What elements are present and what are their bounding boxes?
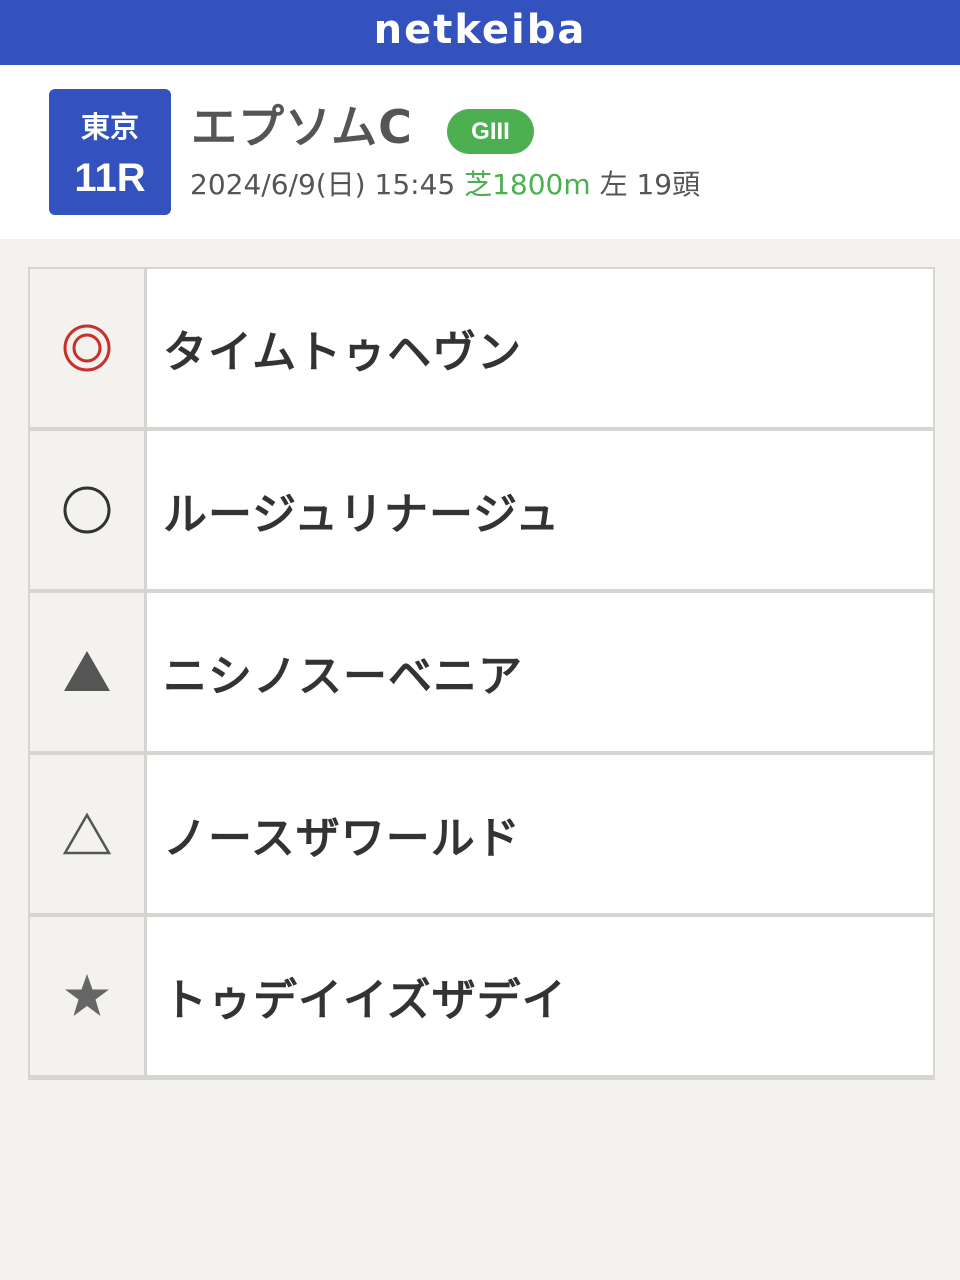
venue-name: 東京 [80,110,139,144]
race-header: 東京 11R エプソムC GIII 2024/6/9(日) 15:45 芝180… [0,65,960,239]
venue-badge: 東京 11R [49,89,171,215]
list-item[interactable]: ノースザワールド [30,755,933,913]
horse-name-cell: タイムトゥヘヴン [147,269,933,427]
mark-cell [30,593,144,751]
horse-name: タイムトゥヘヴン [163,327,523,378]
double-circle-icon [63,324,111,372]
race-direction: 左 [599,168,628,201]
horse-name: ニシノスーベニア [163,651,523,702]
list-item[interactable]: タイムトゥヘヴン [30,269,933,427]
race-title: エプソムC [191,100,413,154]
mark-cell [30,917,144,1075]
horse-name-cell: ルージュリナージュ [147,431,933,589]
grade-badge: GIII [447,109,534,154]
race-datetime: 2024/6/9(日) 15:45 [190,168,456,201]
circle-icon [63,486,111,534]
prediction-list: タイムトゥヘヴン ルージュリナージュ ニシノスーベニア ノースザワールド トゥデ… [28,267,935,1080]
race-info: 2024/6/9(日) 15:45 芝1800m 左 19頭 [190,165,700,205]
race-number: 11R [74,156,146,200]
horse-name: トゥデイイズザデイ [163,975,567,1026]
horse-name-cell: ニシノスーベニア [147,593,933,751]
netkeiba-logo[interactable]: netkeiba [374,7,587,53]
outline-triangle-icon [62,812,112,855]
race-course: 芝1800m [464,168,591,201]
list-item[interactable]: トゥデイイズザデイ [30,917,933,1075]
mark-cell [30,755,144,913]
horse-name-cell: トゥデイイズザデイ [147,917,933,1075]
horse-name: ルージュリナージュ [163,489,561,540]
horse-name-cell: ノースザワールド [147,755,933,913]
filled-triangle-icon [64,651,110,691]
list-item[interactable]: ニシノスーベニア [30,593,933,751]
list-item[interactable]: ルージュリナージュ [30,431,933,589]
app-header: netkeiba [0,0,960,65]
race-runners: 19頭 [636,168,701,201]
horse-name: ノースザワールド [163,813,521,864]
mark-cell [30,431,144,589]
star-icon [65,974,109,1016]
mark-cell [30,269,144,427]
